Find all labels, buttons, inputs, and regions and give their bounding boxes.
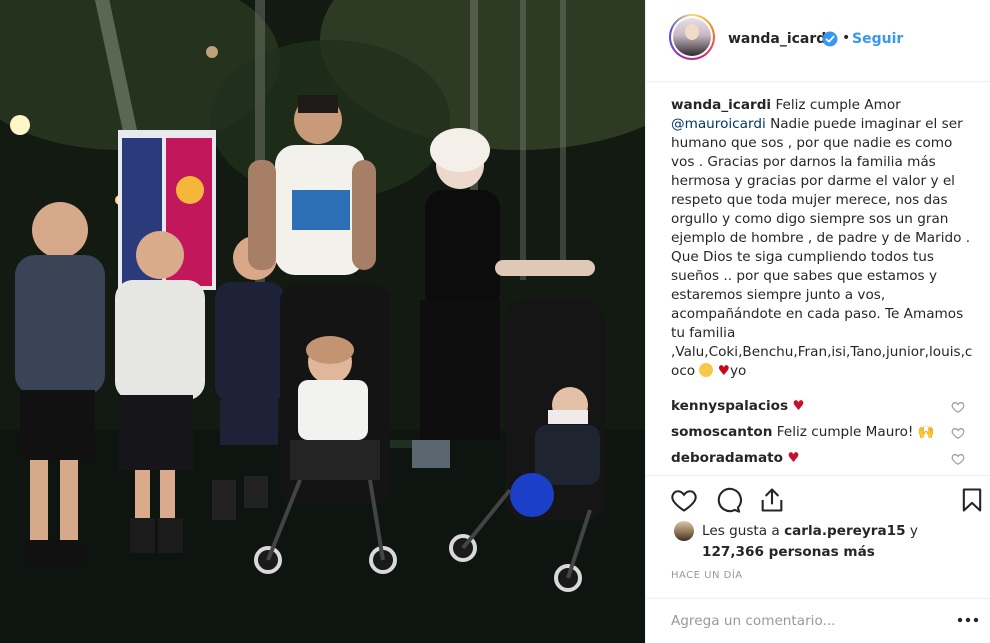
- comment-row: kennyspalacios ♥: [671, 398, 805, 414]
- caption-body: Nadie puede imaginar el ser humano que s…: [671, 116, 973, 379]
- comment-like-heart-icon[interactable]: [951, 400, 965, 414]
- comment-username[interactable]: deboradamato: [671, 450, 783, 466]
- comment-like-heart-icon[interactable]: [951, 426, 965, 440]
- post-header: wanda_icardi • Seguir: [646, 0, 990, 82]
- follow-button[interactable]: Seguir: [852, 31, 903, 47]
- comment-username[interactable]: somoscanton: [671, 424, 772, 440]
- comment-input[interactable]: [671, 613, 931, 629]
- likes-prefix: Les gusta a: [702, 523, 780, 539]
- red-heart-emoji-icon: ♥: [787, 450, 800, 466]
- speech-bubble-icon[interactable]: [714, 486, 742, 514]
- post-side-panel: wanda_icardi • Seguir wanda_icardi Feliz…: [645, 0, 990, 643]
- post-timestamp[interactable]: HACE UN DÍA: [671, 570, 743, 581]
- red-heart-emoji-icon: ♥: [717, 363, 730, 379]
- sad-face-emoji-icon: [699, 363, 714, 377]
- red-heart-emoji-icon: ♥: [792, 398, 805, 414]
- caption-tail: yo: [729, 363, 747, 379]
- caption-username[interactable]: wanda_icardi: [671, 97, 771, 113]
- praise-hands-emoji-icon: 🙌: [917, 424, 935, 440]
- liker-username[interactable]: carla.pereyra15: [784, 523, 905, 539]
- header-separator: •: [842, 30, 851, 46]
- bookmark-icon[interactable]: [958, 486, 986, 514]
- comment-like-heart-icon[interactable]: [951, 452, 965, 466]
- caption-mention[interactable]: @mauroicardi: [671, 116, 766, 132]
- comment-form: [646, 598, 990, 643]
- comment-row: somoscanton Feliz cumple Mauro! 🙌: [671, 424, 935, 440]
- comment-username[interactable]: kennyspalacios: [671, 398, 788, 414]
- action-bar: [646, 475, 990, 525]
- share-upload-icon[interactable]: [758, 486, 786, 514]
- caption-first-line: Feliz cumple Amor: [775, 97, 901, 113]
- heart-outline-icon[interactable]: [670, 486, 698, 514]
- comment-text: Feliz cumple Mauro!: [776, 424, 914, 440]
- likes-summary: Les gusta a carla.pereyra15 y 127,366 pe…: [702, 521, 972, 563]
- family-photo-illustration: [0, 0, 645, 643]
- avatar-frame: [671, 16, 713, 58]
- avatar[interactable]: [669, 14, 715, 60]
- likes-count[interactable]: 127,366 personas más: [702, 544, 875, 560]
- comment-row: deboradamato ♥: [671, 450, 800, 466]
- post-photo[interactable]: [0, 0, 645, 643]
- ellipsis-icon[interactable]: [957, 615, 979, 625]
- avatar-image: [673, 18, 711, 56]
- likes-conjunction: y: [909, 523, 918, 539]
- post-caption: wanda_icardi Feliz cumple Amor @mauroica…: [671, 96, 976, 381]
- header-username[interactable]: wanda_icardi: [728, 31, 831, 47]
- liker-avatar[interactable]: [674, 521, 694, 541]
- verified-badge-icon: [822, 31, 838, 47]
